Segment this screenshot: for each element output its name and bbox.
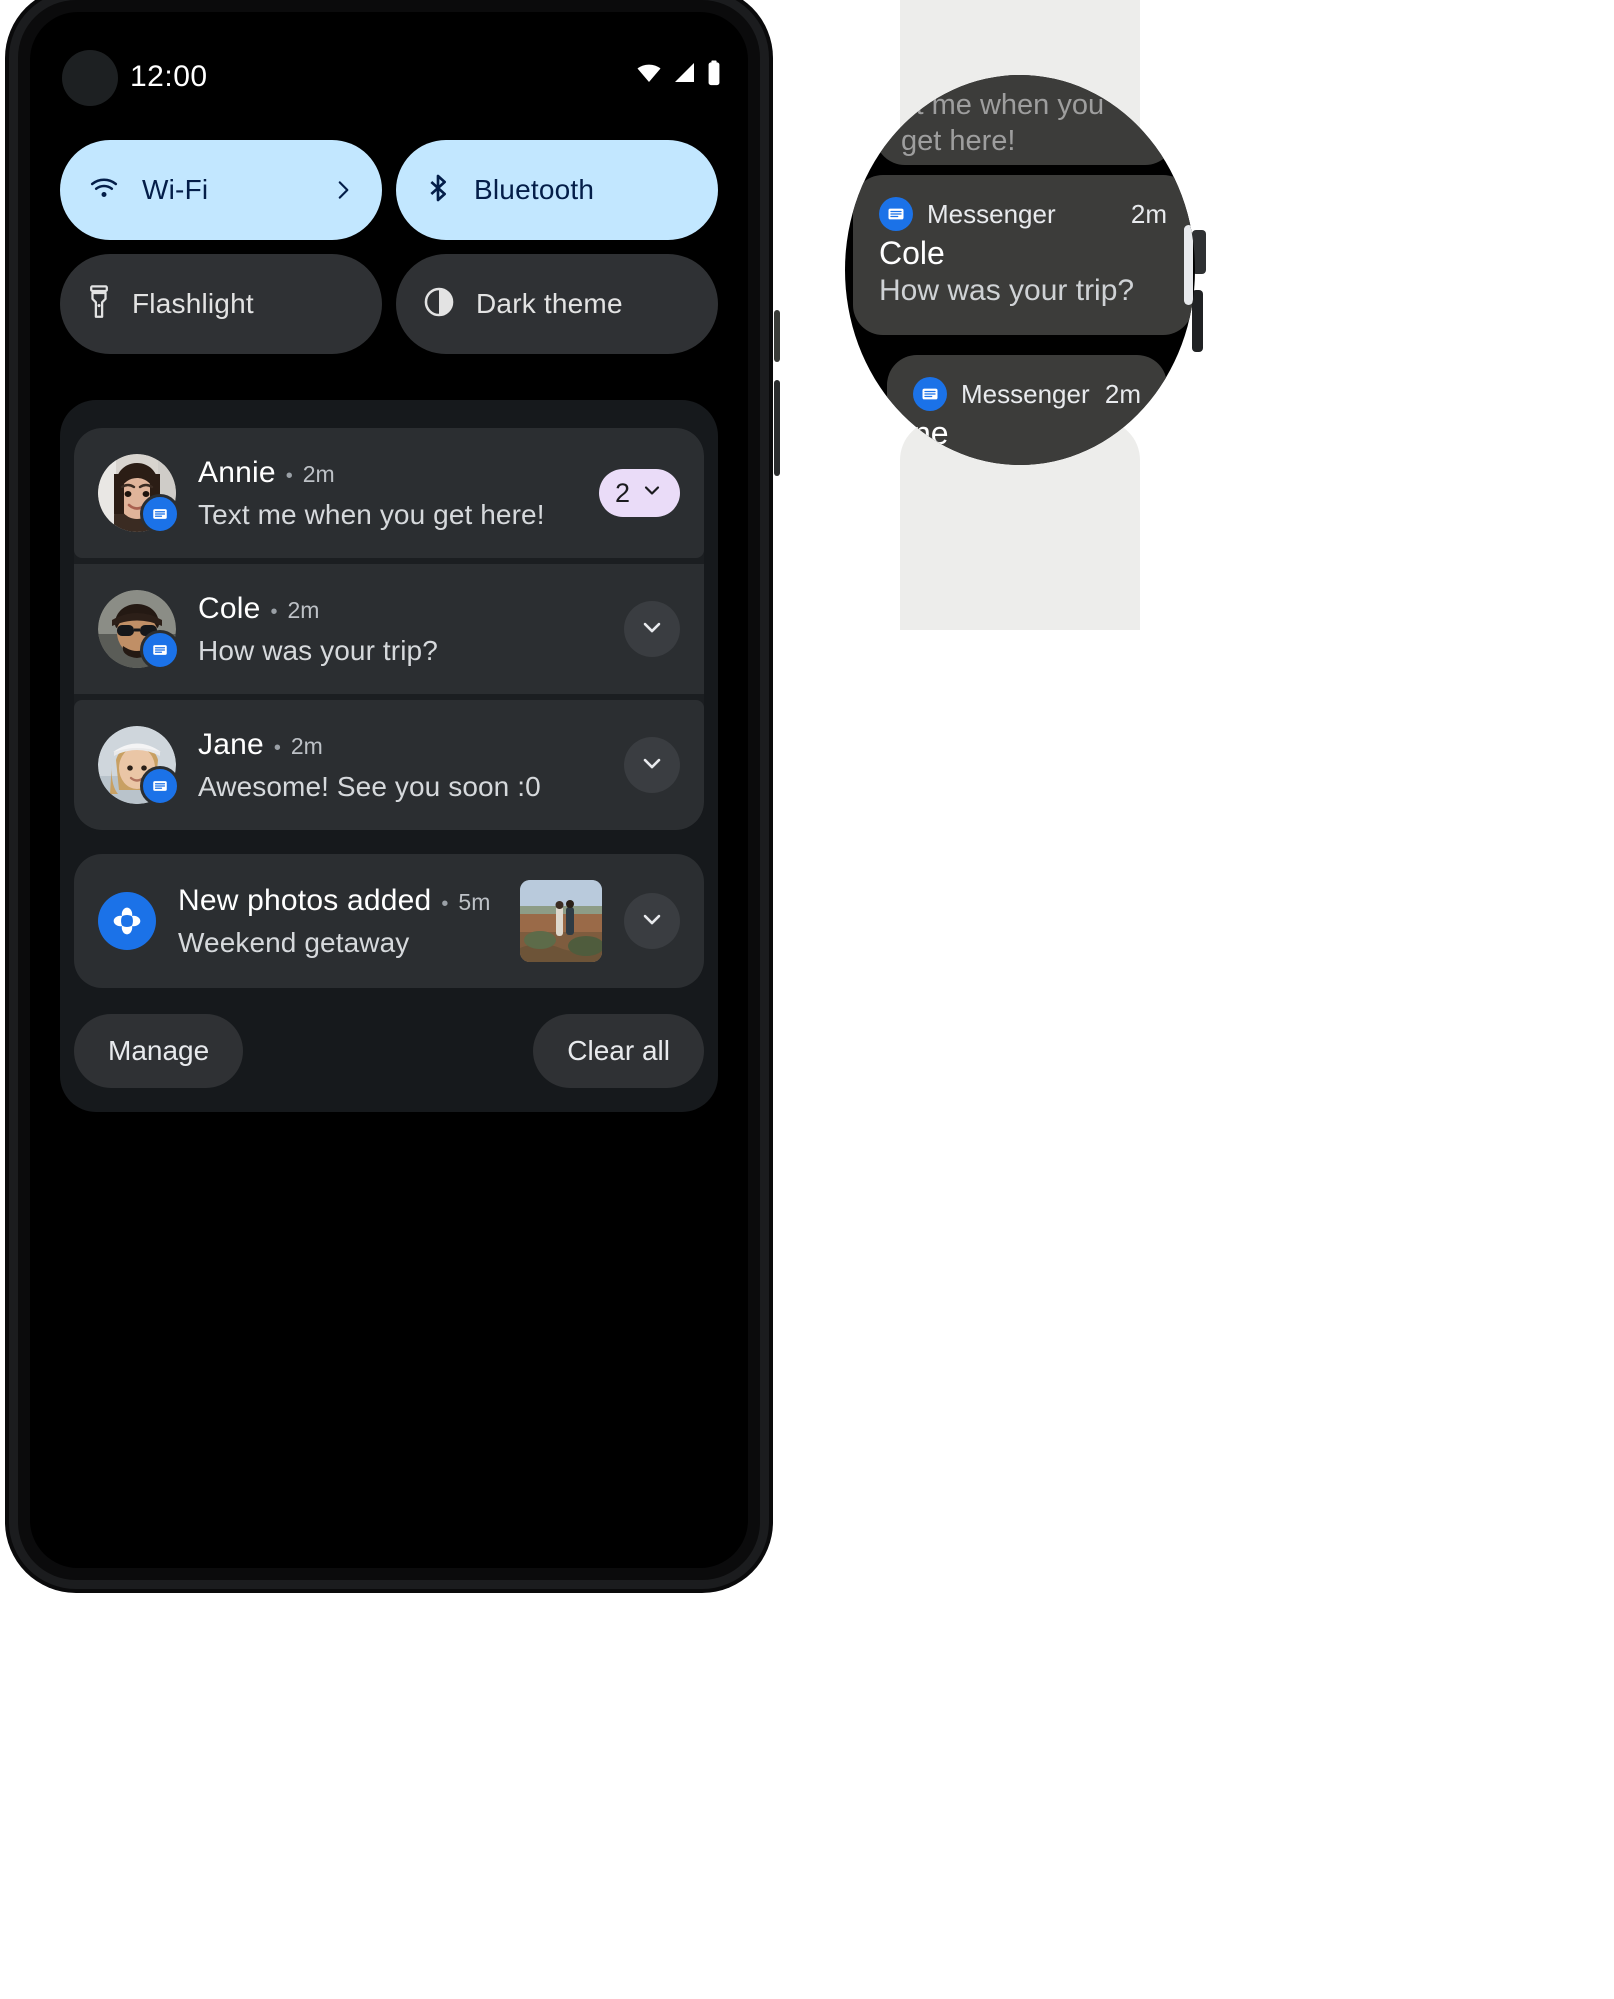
notification-body: Text me when you get here! bbox=[198, 498, 545, 530]
watch-card-body-line1: xt me when you bbox=[901, 89, 1105, 121]
separator-dot: • bbox=[441, 892, 449, 915]
qs-tile-bluetooth-label: Bluetooth bbox=[474, 174, 595, 205]
notification-body: Weekend getaway bbox=[178, 926, 410, 958]
chevron-down-icon bbox=[638, 905, 666, 938]
clear-all-button[interactable]: Clear all bbox=[533, 1014, 704, 1088]
expand-button[interactable] bbox=[624, 601, 680, 657]
messenger-icon bbox=[140, 494, 180, 534]
watch-notification-card-partial-bottom[interactable]: Messenger 2m ne bbox=[887, 355, 1167, 465]
volume-button[interactable] bbox=[774, 380, 780, 476]
quick-settings-tiles: Wi-Fi Bluetooth Flashlight Dark theme bbox=[60, 140, 718, 354]
status-bar-icons bbox=[634, 60, 722, 91]
watch-app-name: Messenger bbox=[927, 198, 1056, 229]
notification-body: Awesome! See you soon :0 bbox=[198, 770, 541, 802]
shade-action-buttons: Manage Clear all bbox=[74, 1014, 704, 1088]
notification-time: 5m bbox=[458, 888, 491, 915]
watch-card-header: Messenger 2m bbox=[913, 377, 1141, 411]
watch-notification-body: How was your trip? bbox=[879, 274, 1135, 307]
battery-icon bbox=[706, 60, 722, 91]
messenger-icon bbox=[913, 377, 947, 411]
notification-body: How was your trip? bbox=[198, 634, 438, 666]
notification-sender: Annie bbox=[198, 455, 276, 489]
watch-notification-card-cole[interactable]: Messenger 2m Cole How was your trip? bbox=[853, 175, 1193, 335]
cellular-signal-icon bbox=[671, 61, 699, 90]
qs-tile-flashlight[interactable]: Flashlight bbox=[60, 254, 382, 354]
google-photos-icon bbox=[98, 892, 156, 950]
notification-row[interactable]: Jane • 2m Awesome! See you soon :0 bbox=[74, 700, 704, 830]
messenger-icon bbox=[140, 766, 180, 806]
notification-shade: Annie • 2m Text me when you get here! 2 bbox=[60, 400, 718, 1112]
watch-notification-time: 2m bbox=[1104, 378, 1141, 409]
watch-notification-sender: Cole bbox=[879, 235, 945, 271]
qs-tile-flashlight-label: Flashlight bbox=[132, 288, 254, 319]
notification-count-badge[interactable]: 2 bbox=[598, 469, 680, 517]
chevron-down-icon bbox=[638, 613, 666, 646]
photos-notification[interactable]: New photos added • 5m Weekend getaway bbox=[74, 854, 704, 988]
chevron-right-icon[interactable] bbox=[330, 175, 356, 205]
avatar bbox=[98, 590, 180, 670]
notification-header: Annie • 2m bbox=[198, 456, 577, 490]
watch-notification-time: 2m bbox=[1130, 198, 1167, 229]
phone-screen: 12:00 Wi-Fi Bluetooth Flashlight Dark th… bbox=[30, 12, 748, 1568]
status-bar-clock: 12:00 bbox=[130, 60, 208, 93]
watch-notification-card-partial-top[interactable]: xt me when you get here! bbox=[875, 75, 1175, 165]
watch-card-header: Messenger 2m bbox=[879, 197, 1167, 231]
watch-app-name: Messenger bbox=[961, 378, 1090, 409]
notification-time: 2m bbox=[287, 596, 320, 623]
notification-sender: Jane bbox=[198, 727, 264, 761]
watch-scrollbar[interactable] bbox=[1184, 225, 1193, 305]
notification-content: Jane • 2m Awesome! See you soon :0 bbox=[198, 728, 602, 803]
watch-notification-sender: ne bbox=[913, 415, 949, 451]
notification-count: 2 bbox=[614, 477, 630, 508]
flashlight-icon bbox=[86, 284, 112, 324]
avatar bbox=[98, 726, 180, 806]
qs-tile-dark-theme[interactable]: Dark theme bbox=[396, 254, 718, 354]
notification-header: Jane • 2m bbox=[198, 728, 602, 762]
notification-content: New photos added • 5m Weekend getaway bbox=[178, 884, 498, 959]
messenger-icon bbox=[140, 630, 180, 670]
notification-content: Annie • 2m Text me when you get here! bbox=[198, 456, 577, 531]
chevron-down-icon bbox=[638, 749, 666, 782]
notification-header: New photos added • 5m bbox=[178, 884, 498, 918]
dark-theme-icon bbox=[422, 285, 456, 324]
wifi-icon bbox=[86, 173, 122, 208]
notification-row[interactable]: Annie • 2m Text me when you get here! 2 bbox=[74, 428, 704, 558]
qs-tile-wifi-label: Wi-Fi bbox=[142, 174, 209, 205]
wifi-icon bbox=[634, 61, 664, 90]
notification-title: New photos added bbox=[178, 883, 432, 917]
manage-button[interactable]: Manage bbox=[74, 1014, 244, 1088]
couple-on-hillside-thumbnail[interactable] bbox=[520, 880, 602, 962]
separator-dot: • bbox=[285, 464, 293, 487]
notification-content: Cole • 2m How was your trip? bbox=[198, 592, 602, 667]
notification-time: 2m bbox=[290, 732, 323, 759]
watch-side-button[interactable] bbox=[1192, 290, 1203, 352]
phone-device: 12:00 Wi-Fi Bluetooth Flashlight Dark th… bbox=[18, 0, 780, 1580]
qs-tile-wifi[interactable]: Wi-Fi bbox=[60, 140, 382, 240]
status-bar: 12:00 bbox=[30, 12, 748, 108]
notification-sender: Cole bbox=[198, 591, 261, 625]
power-button[interactable] bbox=[774, 310, 780, 362]
separator-dot: • bbox=[273, 736, 281, 759]
notification-time: 2m bbox=[302, 460, 335, 487]
expand-button[interactable] bbox=[624, 737, 680, 793]
messenger-icon bbox=[879, 197, 913, 231]
separator-dot: • bbox=[270, 600, 278, 623]
notification-row[interactable]: Cole • 2m How was your trip? bbox=[74, 564, 704, 694]
qs-tile-bluetooth[interactable]: Bluetooth bbox=[396, 140, 718, 240]
avatar bbox=[98, 454, 180, 534]
watch-screen: xt me when you get here! Messenger 2m Co… bbox=[845, 75, 1195, 465]
bluetooth-icon bbox=[422, 171, 454, 210]
notification-header: Cole • 2m bbox=[198, 592, 602, 626]
smartwatch-device: xt me when you get here! Messenger 2m Co… bbox=[840, 0, 1206, 630]
expand-button[interactable] bbox=[624, 893, 680, 949]
qs-tile-dark-theme-label: Dark theme bbox=[476, 288, 623, 319]
front-camera-cutout bbox=[62, 50, 118, 106]
messenger-notification-group: Annie • 2m Text me when you get here! 2 bbox=[74, 428, 704, 830]
watch-card-body-line2: get here! bbox=[901, 125, 1016, 158]
chevron-down-icon bbox=[640, 478, 664, 509]
